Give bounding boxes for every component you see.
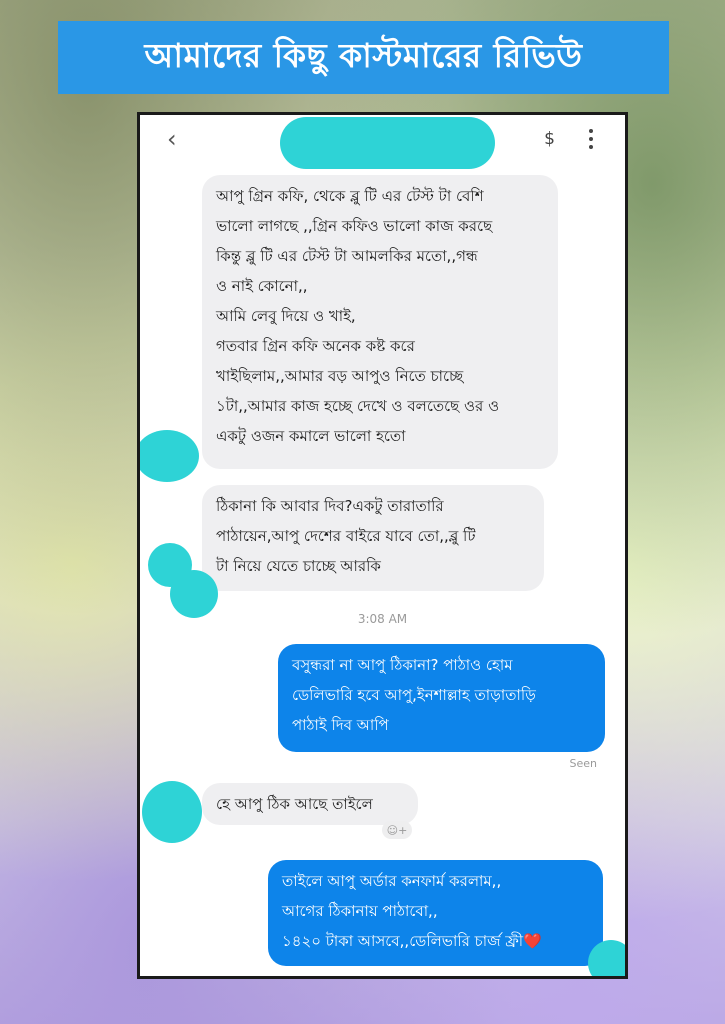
redacted-contact-name	[280, 117, 495, 169]
chat-header: ‹ $	[140, 115, 625, 169]
outgoing-message: বসুন্ধরা না আপু ঠিকানা? পাঠাও হোম ডেলিভা…	[278, 644, 605, 752]
dollar-icon[interactable]: $	[544, 129, 555, 149]
chat-screenshot: ‹ $ আপু গ্রিন কফি, থেকে ব্লু টি এর টেস্ট…	[137, 112, 628, 979]
incoming-message: আপু গ্রিন কফি, থেকে ব্লু টি এর টেস্ট টা …	[202, 175, 558, 469]
outgoing-message: তাইলে আপু অর্ডার কনফার্ম করলাম,, আগের ঠি…	[268, 860, 603, 966]
more-vertical-icon[interactable]	[589, 129, 593, 153]
redacted-avatar	[170, 570, 218, 618]
chevron-left-icon[interactable]: ‹	[167, 125, 177, 153]
page-banner: আমাদের কিছু কাস্টমারের রিভিউ	[58, 21, 669, 94]
seen-status: Seen	[569, 757, 598, 770]
redacted-avatar	[142, 781, 202, 843]
redacted-avatar	[588, 940, 625, 976]
add-reaction-button[interactable]: ☺+	[382, 821, 412, 839]
banner-title: আমাদের কিছু কাস্টমারের রিভিউ	[144, 35, 583, 75]
incoming-message: ঠিকানা কি আবার দিব?একটু তারাতারি পাঠায়ে…	[202, 485, 544, 591]
heart-emoji-icon: ❤️	[523, 932, 542, 950]
redacted-avatar	[140, 430, 199, 482]
message-timestamp: 3:08 AM	[357, 612, 408, 626]
incoming-message: হে আপু ঠিক আছে তাইলে	[202, 783, 418, 825]
